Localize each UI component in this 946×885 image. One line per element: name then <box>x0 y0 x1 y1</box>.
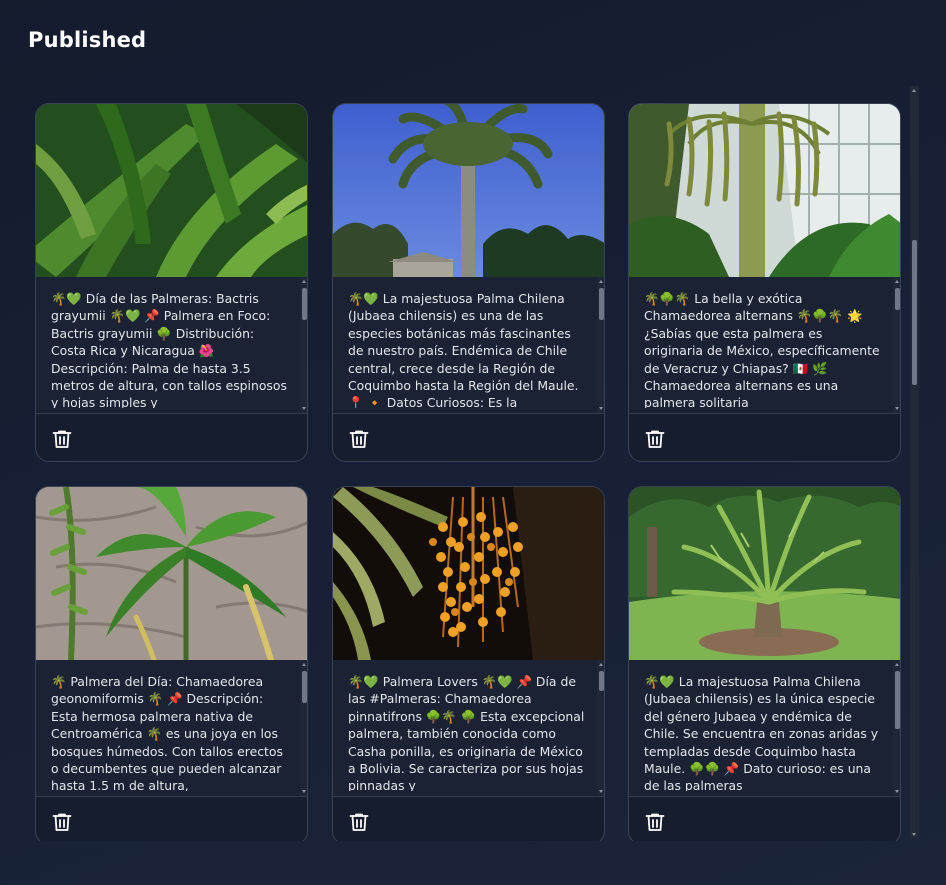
post-image[interactable] <box>333 104 604 277</box>
post-card: 🌴💚 La majestuosa Palma Chilena (Jubaea c… <box>628 486 901 841</box>
published-posts-grid: 🌴💚 Día de las Palmeras: Bactris grayumii… <box>35 103 903 841</box>
card-footer <box>629 796 900 841</box>
post-card: 🌴💚 Día de las Palmeras: Bactris grayumii… <box>35 103 308 462</box>
scroll-up-arrow-icon[interactable] <box>599 663 603 666</box>
delete-button[interactable] <box>50 810 74 834</box>
card-footer <box>629 413 900 461</box>
scroll-up-arrow-icon[interactable] <box>302 280 306 283</box>
scroll-down-arrow-icon[interactable] <box>895 407 899 410</box>
caption-container[interactable]: 🌴🌳🌴 La bella y exótica Chamaedorea alter… <box>629 277 900 413</box>
post-card: 🌴🌳🌴 La bella y exótica Chamaedorea alter… <box>628 103 901 462</box>
post-caption: 🌴💚 La majestuosa Palma Chilena (Jubaea c… <box>644 674 879 791</box>
scroll-down-arrow-icon[interactable] <box>302 407 306 410</box>
trash-icon <box>52 430 72 448</box>
scroll-up-arrow-icon[interactable] <box>302 663 306 666</box>
scrollbar-thumb[interactable] <box>895 288 900 310</box>
card-footer <box>36 796 307 841</box>
caption-scrollbar[interactable] <box>597 660 604 796</box>
card-footer <box>333 413 604 461</box>
post-caption: 🌴💚 La majestuosa Palma Chilena (Jubaea c… <box>348 291 579 408</box>
caption-container[interactable]: 🌴💚 Palmera Lovers 🌴💚 📌 Día de las #Palme… <box>333 660 604 796</box>
scroll-down-arrow-icon[interactable] <box>599 790 603 793</box>
trash-icon <box>645 430 665 448</box>
caption-scrollbar[interactable] <box>300 277 307 413</box>
delete-button[interactable] <box>347 810 371 834</box>
post-image[interactable] <box>629 487 900 660</box>
scrollbar-thumb[interactable] <box>599 288 604 320</box>
post-image[interactable] <box>629 104 900 277</box>
scroll-up-arrow-icon[interactable] <box>895 280 899 283</box>
caption-container[interactable]: 🌴💚 La majestuosa Palma Chilena (Jubaea c… <box>629 660 900 796</box>
caption-scrollbar[interactable] <box>300 660 307 796</box>
caption-container[interactable]: 🌴💚 Día de las Palmeras: Bactris grayumii… <box>36 277 307 413</box>
delete-button[interactable] <box>50 427 74 451</box>
post-caption: 🌴💚 Día de las Palmeras: Bactris grayumii… <box>51 291 287 408</box>
scroll-up-arrow-icon[interactable] <box>599 280 603 283</box>
post-caption: 🌴 Palmera del Día: Chamaedorea geonomifo… <box>51 674 283 791</box>
scrollbar-thumb[interactable] <box>302 288 307 320</box>
scrollbar-thumb[interactable] <box>599 671 604 691</box>
post-image[interactable] <box>36 487 307 660</box>
caption-container[interactable]: 🌴💚 La majestuosa Palma Chilena (Jubaea c… <box>333 277 604 413</box>
scroll-down-arrow-icon[interactable] <box>912 833 916 836</box>
trash-icon <box>349 430 369 448</box>
post-image[interactable] <box>333 487 604 660</box>
card-footer <box>333 796 604 841</box>
page-scrollbar[interactable] <box>910 86 919 839</box>
scrollbar-thumb[interactable] <box>895 671 900 729</box>
scroll-down-arrow-icon[interactable] <box>599 407 603 410</box>
scroll-up-arrow-icon[interactable] <box>895 663 899 666</box>
caption-scrollbar[interactable] <box>893 660 900 796</box>
caption-scrollbar[interactable] <box>893 277 900 413</box>
trash-icon <box>645 813 665 831</box>
post-image[interactable] <box>36 104 307 277</box>
delete-button[interactable] <box>643 427 667 451</box>
caption-container[interactable]: 🌴 Palmera del Día: Chamaedorea geonomifo… <box>36 660 307 796</box>
page-title: Published <box>28 28 147 52</box>
trash-icon <box>349 813 369 831</box>
scroll-down-arrow-icon[interactable] <box>302 790 306 793</box>
caption-scrollbar[interactable] <box>597 277 604 413</box>
trash-icon <box>52 813 72 831</box>
post-card: 🌴 Palmera del Día: Chamaedorea geonomifo… <box>35 486 308 841</box>
post-caption: 🌴💚 Palmera Lovers 🌴💚 📌 Día de las #Palme… <box>348 674 585 791</box>
post-card: 🌴💚 Palmera Lovers 🌴💚 📌 Día de las #Palme… <box>332 486 605 841</box>
post-caption: 🌴🌳🌴 La bella y exótica Chamaedorea alter… <box>644 291 880 408</box>
card-footer <box>36 413 307 461</box>
scroll-down-arrow-icon[interactable] <box>895 790 899 793</box>
scroll-up-arrow-icon[interactable] <box>912 89 916 92</box>
post-card: 🌴💚 La majestuosa Palma Chilena (Jubaea c… <box>332 103 605 462</box>
delete-button[interactable] <box>347 427 371 451</box>
scrollbar-thumb[interactable] <box>912 240 917 385</box>
scrollbar-thumb[interactable] <box>302 671 307 703</box>
delete-button[interactable] <box>643 810 667 834</box>
